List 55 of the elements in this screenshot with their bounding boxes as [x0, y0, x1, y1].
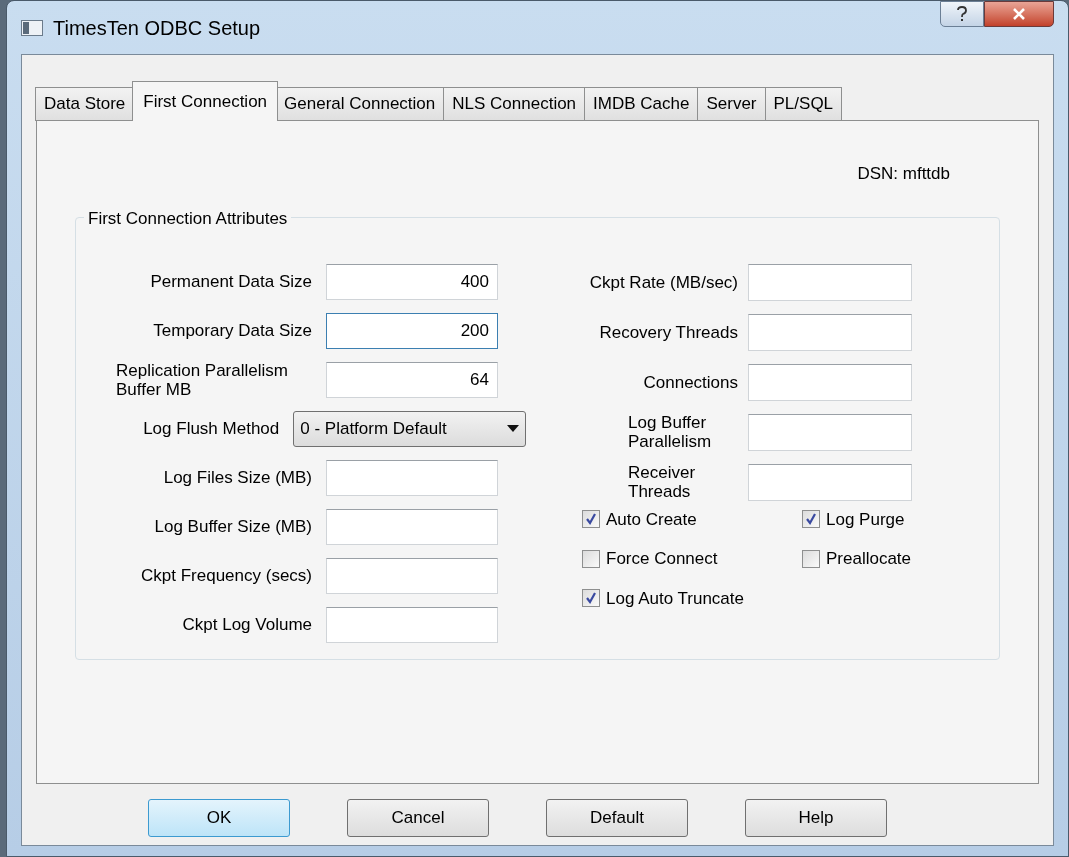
- checkbox[interactable]: [802, 549, 820, 568]
- tab[interactable]: IMDB Cache: [584, 87, 699, 121]
- dsn-label: DSN: mfttdb: [857, 163, 950, 185]
- dropdown[interactable]: 0 - Platform Default: [293, 410, 526, 447]
- checkbox[interactable]: [582, 549, 600, 568]
- input-field[interactable]: [748, 413, 912, 451]
- field-label: Receiver Threads: [627, 463, 697, 501]
- checkbox-label: Log Purge: [826, 508, 905, 531]
- help-icon: [956, 6, 968, 22]
- field-label: Ckpt Rate (MB/sec): [588, 272, 739, 292]
- input-field[interactable]: [748, 363, 912, 401]
- tab[interactable]: Server: [697, 87, 766, 121]
- field-label: Recovery Threads: [598, 322, 739, 342]
- dialog-button[interactable]: Help: [745, 799, 887, 837]
- checkbox[interactable]: [802, 510, 820, 529]
- input-field[interactable]: 200: [326, 312, 498, 349]
- input-field[interactable]: [326, 557, 498, 594]
- help-button[interactable]: [940, 1, 984, 27]
- checkbox-label: Preallocate: [826, 548, 912, 570]
- field-label: Permanent Data Size: [149, 272, 313, 291]
- tab[interactable]: NLS Connection: [443, 87, 586, 121]
- input-field[interactable]: [326, 606, 498, 643]
- checkbox-label: Log Auto Truncate: [606, 587, 744, 610]
- field-label: Log Buffer Parallelism: [627, 413, 713, 451]
- checkbox[interactable]: [582, 510, 600, 529]
- window-icon: [21, 19, 43, 36]
- close-icon: [1012, 8, 1026, 20]
- close-button[interactable]: [984, 1, 1054, 27]
- input-field[interactable]: [326, 459, 498, 496]
- input-field[interactable]: [748, 313, 912, 351]
- field-label: Connections: [642, 372, 739, 392]
- input-field[interactable]: [748, 263, 912, 301]
- caret-icon: [507, 425, 519, 432]
- input-field[interactable]: [748, 463, 912, 501]
- dialog-button[interactable]: Cancel: [347, 799, 489, 837]
- tab[interactable]: First Connection: [132, 81, 279, 121]
- field-label: Ckpt Frequency (secs): [140, 566, 313, 585]
- tab[interactable]: General Connection: [275, 87, 445, 121]
- checkbox-label: Auto Create: [606, 508, 697, 531]
- window-title: TimesTen ODBC Setup: [53, 15, 261, 41]
- dialog-button[interactable]: OK: [148, 799, 290, 837]
- checkbox-label: Force Connect: [606, 548, 718, 570]
- input-field[interactable]: 64: [326, 361, 498, 398]
- input-field[interactable]: [326, 508, 498, 545]
- tab[interactable]: PL/SQL: [764, 87, 843, 121]
- field-label: Log Files Size (MB): [162, 468, 313, 487]
- tab[interactable]: Data Store: [35, 87, 135, 121]
- input-field[interactable]: 400: [326, 263, 498, 300]
- field-label: Temporary Data Size: [152, 321, 313, 340]
- field-label: Log Buffer Size (MB): [153, 517, 313, 536]
- field-label: Replication Parallelism Buffer MB: [115, 360, 289, 399]
- field-label: Log Flush Method: [142, 419, 281, 438]
- checkbox[interactable]: [582, 589, 600, 608]
- field-label: Ckpt Log Volume: [181, 615, 313, 634]
- dialog-button[interactable]: Default: [546, 799, 688, 837]
